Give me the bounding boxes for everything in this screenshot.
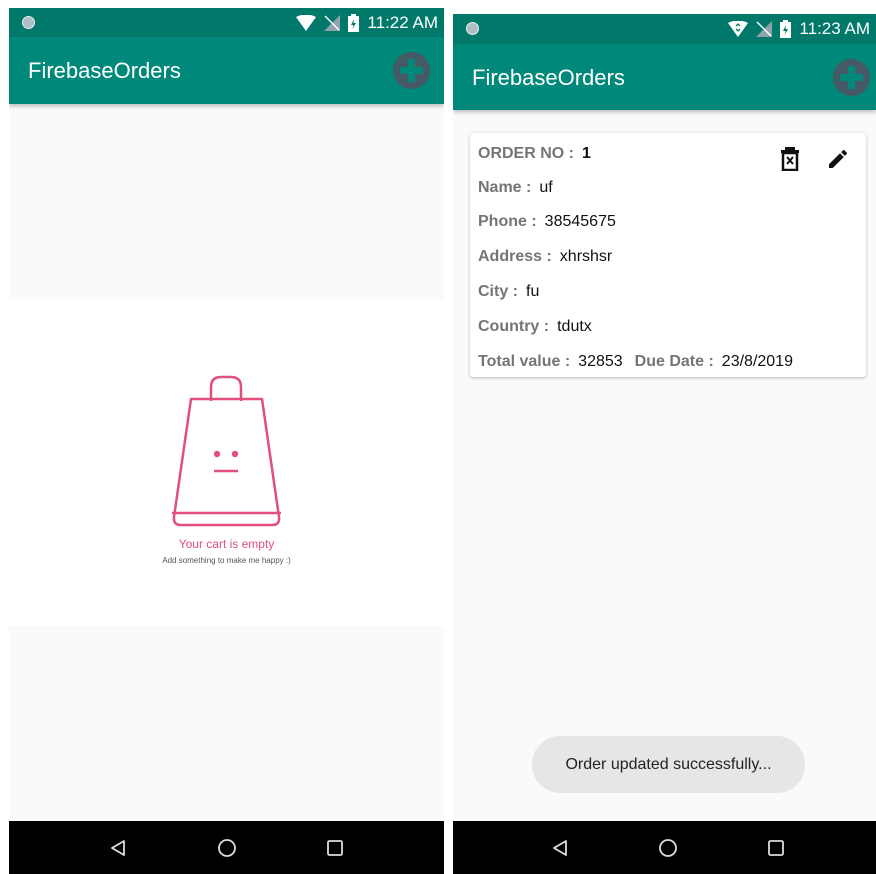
- phone-label: Phone :: [478, 213, 537, 230]
- empty-cart-title: Your cart is empty: [178, 537, 275, 551]
- app-bar: FirebaseOrders: [9, 37, 444, 104]
- navigation-bar: [9, 821, 444, 874]
- delete-icon[interactable]: [780, 147, 800, 176]
- clock: 11:22 AM: [367, 12, 438, 32]
- phone-screen-right: 11:23 AM FirebaseOrders ORDER NO : 1 Name…: [453, 14, 876, 874]
- app-bar: FirebaseOrders: [453, 44, 876, 110]
- due-date-value: 23/8/2019: [721, 353, 793, 370]
- add-circle-icon[interactable]: [393, 52, 430, 89]
- order-no-row: ORDER NO : 1: [478, 145, 591, 163]
- name-value: uf: [539, 179, 553, 196]
- country-label: Country :: [478, 318, 550, 335]
- wifi-data-icon: [728, 21, 749, 37]
- no-sim-icon: [756, 21, 773, 37]
- address-value: xhrshsr: [559, 248, 613, 265]
- battery-charging-icon: [348, 13, 360, 32]
- phone-value: 38545675: [544, 213, 616, 230]
- total-due-row: Total value : 32853 Due Date : 23/8/2019: [478, 353, 793, 371]
- phone-row: Phone : 38545675: [478, 213, 616, 231]
- home-circle-icon[interactable]: [638, 821, 698, 874]
- edit-pencil-icon[interactable]: [826, 147, 850, 176]
- order-no-value: 1: [582, 145, 591, 162]
- country-value: tdutx: [557, 318, 592, 335]
- recents-square-icon[interactable]: [305, 821, 365, 874]
- status-bar: 11:23 AM: [453, 14, 876, 44]
- order-card[interactable]: ORDER NO : 1 Name : uf Phone : 38545675 Add…: [470, 133, 866, 377]
- total-value: 32853: [578, 353, 623, 370]
- empty-cart-panel: Your cart is empty Add something to make…: [9, 299, 444, 626]
- app-title: FirebaseOrders: [28, 58, 181, 83]
- status-icons: 11:22 AM: [296, 8, 438, 37]
- city-row: City : fu: [478, 283, 539, 301]
- notification-dot-icon: [22, 16, 35, 29]
- battery-charging-icon: [780, 20, 792, 38]
- due-date-label: Due Date :: [634, 353, 714, 370]
- notification-dot-icon: [466, 22, 479, 35]
- shopping-bag-icon: [172, 375, 281, 527]
- name-label: Name :: [478, 179, 532, 196]
- status-bar: 11:22 AM: [9, 8, 444, 37]
- total-label: Total value :: [478, 353, 571, 370]
- phone-screen-left: 11:22 AM FirebaseOrders Your cart is emp…: [9, 8, 444, 874]
- name-row: Name : uf: [478, 179, 553, 197]
- back-triangle-icon[interactable]: [88, 821, 148, 874]
- address-label: Address :: [478, 248, 552, 265]
- recents-square-icon[interactable]: [746, 821, 806, 874]
- address-row: Address : xhrshsr: [478, 248, 612, 266]
- wifi-icon: [296, 14, 317, 31]
- empty-cart-subtitle: Add something to make me happy :): [162, 556, 291, 565]
- no-sim-icon: [324, 14, 341, 31]
- order-no-label: ORDER NO :: [478, 145, 574, 162]
- app-title: FirebaseOrders: [472, 65, 625, 90]
- country-row: Country : tdutx: [478, 318, 592, 336]
- back-triangle-icon[interactable]: [530, 821, 590, 874]
- toast-message: Order updated successfully...: [532, 736, 805, 793]
- status-icons: 11:23 AM: [728, 14, 870, 44]
- navigation-bar: [453, 821, 876, 874]
- clock: 11:23 AM: [799, 19, 870, 38]
- city-label: City :: [478, 283, 518, 300]
- city-value: fu: [526, 283, 540, 300]
- add-circle-icon[interactable]: [833, 59, 870, 96]
- home-circle-icon[interactable]: [197, 821, 257, 874]
